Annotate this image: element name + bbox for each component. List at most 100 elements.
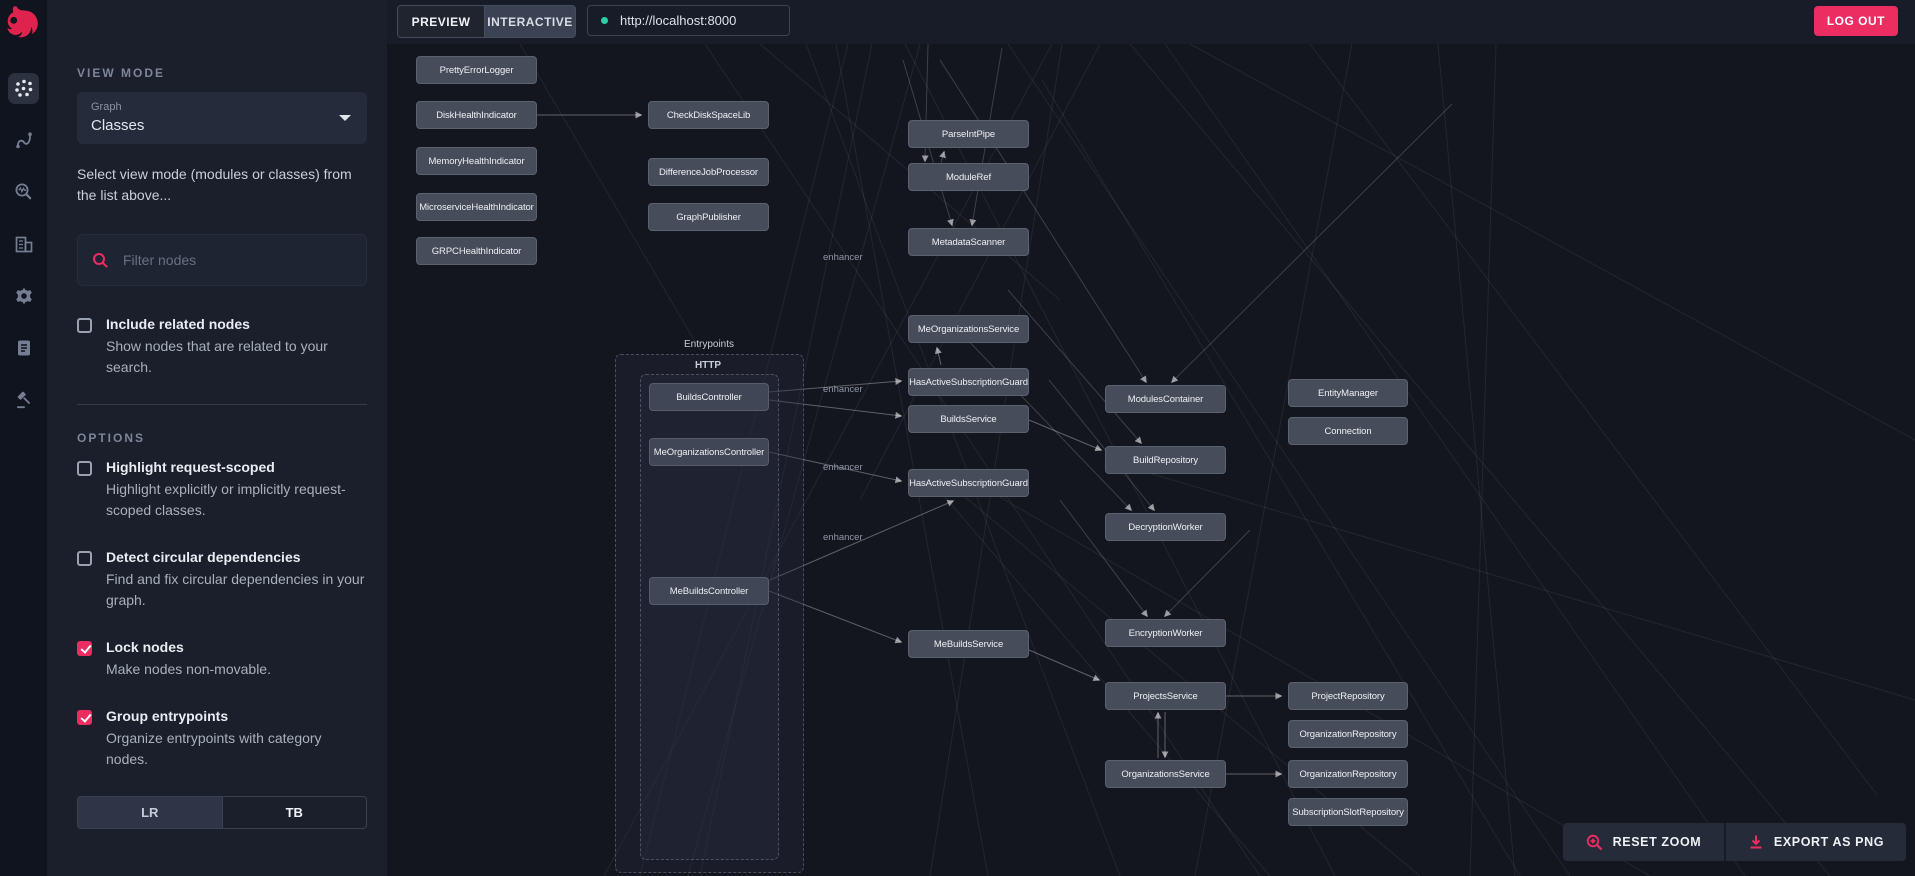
graph-node[interactable]: ModulesContainer — [1105, 385, 1226, 413]
organization-icon — [15, 236, 32, 252]
select-value: Classes — [91, 117, 145, 134]
checkbox-description: Make nodes non-movable. — [106, 661, 271, 677]
graph-node[interactable]: MicroserviceHealthIndicator — [416, 193, 537, 221]
zoom-in-icon — [1586, 834, 1602, 850]
graph-node[interactable]: EncryptionWorker — [1105, 619, 1226, 647]
graph-node-entrypoint[interactable]: BuildsController — [649, 383, 769, 411]
rail-item-rules[interactable] — [8, 384, 39, 415]
checkbox-label: Detect circular dependencies — [106, 549, 301, 565]
graph-mode-select[interactable]: Graph Classes — [77, 92, 367, 144]
checkbox-label: Include related nodes — [106, 316, 250, 332]
checkbox-label: Highlight request-scoped — [106, 459, 275, 475]
rail-item-settings[interactable] — [8, 280, 39, 311]
search-insights-icon — [15, 183, 32, 200]
sidebar: VIEW MODE Graph Classes Select view mode… — [47, 0, 387, 876]
rail-item-insights[interactable] — [8, 176, 39, 207]
options-heading: OPTIONS — [77, 431, 146, 445]
graph-node[interactable]: ParseIntPipe — [908, 120, 1029, 148]
checkbox-description: Find and fix circular dependencies in yo… — [106, 571, 365, 608]
edge-label-enhancer: enhancer — [823, 252, 863, 263]
graph-controls: RESET ZOOM EXPORT AS PNG — [1563, 823, 1906, 861]
graph-node[interactable]: OrganizationRepository — [1288, 720, 1408, 748]
gavel-icon — [16, 391, 30, 408]
tab-preview[interactable]: PREVIEW — [398, 6, 484, 37]
toggle-option-tb[interactable]: TB — [221, 797, 367, 828]
rail-item-graph[interactable] — [8, 73, 39, 104]
view-mode-description: Select view mode (modules or classes) fr… — [77, 166, 352, 203]
view-tabs: PREVIEW INTERACTIVE — [397, 5, 576, 38]
status-dot — [601, 17, 608, 24]
rail-item-routes[interactable] — [8, 124, 39, 155]
reset-zoom-button[interactable]: RESET ZOOM — [1563, 823, 1724, 861]
edge-label-enhancer: enhancer — [823, 462, 863, 473]
export-png-button[interactable]: EXPORT AS PNG — [1724, 823, 1906, 861]
include-related-checkbox[interactable] — [77, 318, 92, 333]
highlight-request-scoped-row[interactable]: Highlight request-scoped Highlight expli… — [77, 457, 367, 521]
toggle-option-lr[interactable]: LR — [78, 797, 222, 828]
export-png-label: EXPORT AS PNG — [1773, 835, 1885, 849]
graph-node[interactable]: SubscriptionSlotRepository — [1288, 798, 1408, 826]
checkbox-description: Organize entrypoints with category nodes… — [106, 730, 322, 767]
group-entrypoints-checkbox[interactable] — [77, 710, 92, 725]
layout-direction-toggle: LR TB — [77, 796, 367, 829]
graph-node[interactable]: DecryptionWorker — [1105, 513, 1226, 541]
graph-node[interactable]: ProjectsService — [1105, 682, 1226, 710]
group-label-http: HTTP — [694, 360, 722, 371]
edge-label-enhancer: enhancer — [823, 532, 863, 543]
settings-icon — [15, 287, 32, 304]
graph-node[interactable]: DiskHealthIndicator — [416, 101, 537, 129]
graph-node[interactable]: MemoryHealthIndicator — [416, 147, 537, 175]
highlight-request-scoped-checkbox[interactable] — [77, 461, 92, 476]
graph-view-icon — [15, 79, 33, 97]
checkbox-label: Lock nodes — [106, 639, 184, 655]
tab-interactive[interactable]: INTERACTIVE — [484, 6, 575, 37]
graph-node[interactable]: HasActiveSubscriptionGuard — [908, 469, 1029, 497]
top-bar: PREVIEW INTERACTIVE http://localhost:800… — [387, 0, 1915, 44]
graph-node-entrypoint[interactable]: MeOrganizationsController — [649, 438, 769, 466]
graph-node-entrypoint[interactable]: MeBuildsController — [649, 577, 769, 605]
group-label-entrypoints: Entrypoints — [683, 339, 735, 350]
graph-node[interactable]: MeOrganizationsService — [908, 315, 1029, 343]
graph-node[interactable]: BuildRepository — [1105, 446, 1226, 474]
rail-item-organization[interactable] — [8, 228, 39, 259]
group-entrypoints-row[interactable]: Group entrypoints Organize entrypoints w… — [77, 706, 367, 770]
filter-nodes-input[interactable] — [121, 251, 352, 269]
logs-icon — [17, 340, 30, 355]
nestjs-logo — [7, 6, 38, 38]
graph-node[interactable]: CheckDiskSpaceLib — [648, 101, 769, 129]
server-url-box[interactable]: http://localhost:8000 — [587, 5, 790, 36]
icon-rail — [0, 0, 47, 876]
reset-zoom-label: RESET ZOOM — [1612, 835, 1702, 849]
graph-node[interactable]: EntityManager — [1288, 379, 1408, 407]
graph-node[interactable]: ProjectRepository — [1288, 682, 1408, 710]
graph-node[interactable]: MeBuildsService — [908, 630, 1029, 658]
graph-node[interactable]: ModuleRef — [908, 163, 1029, 191]
graph-node[interactable]: GRPCHealthIndicator — [416, 237, 537, 265]
graph-node[interactable]: Connection — [1288, 417, 1408, 445]
lock-nodes-checkbox[interactable] — [77, 641, 92, 656]
search-icon — [93, 252, 108, 268]
graph-node[interactable]: BuildsService — [908, 405, 1029, 433]
chevron-down-icon — [339, 115, 351, 121]
graph-node[interactable]: HasActiveSubscriptionGuard — [908, 368, 1029, 396]
logout-button[interactable]: LOG OUT — [1813, 6, 1898, 36]
detect-circular-row[interactable]: Detect circular dependencies Find and fi… — [77, 547, 367, 611]
graph-node[interactable]: MetadataScanner — [908, 228, 1029, 256]
route-icon — [15, 131, 32, 148]
detect-circular-checkbox[interactable] — [77, 551, 92, 566]
filter-nodes-box — [77, 234, 367, 286]
download-icon — [1750, 835, 1762, 849]
checkbox-description: Show nodes that are related to your sear… — [106, 338, 328, 375]
graph-node[interactable]: OrganizationsService — [1105, 760, 1226, 788]
graph-node[interactable]: PrettyErrorLogger — [416, 56, 537, 84]
lock-nodes-row[interactable]: Lock nodes Make nodes non-movable. — [77, 637, 367, 680]
graph-node[interactable]: GraphPublisher — [648, 203, 769, 231]
include-related-row[interactable]: Include related nodes Show nodes that ar… — [77, 314, 367, 378]
graph-node[interactable]: DifferenceJobProcessor — [648, 158, 769, 186]
checkbox-label: Group entrypoints — [106, 708, 229, 724]
graph-node[interactable]: OrganizationRepository — [1288, 760, 1408, 788]
rail-item-logs[interactable] — [8, 332, 39, 363]
checkbox-description: Highlight explicitly or implicitly reque… — [106, 481, 346, 518]
select-label: Graph — [91, 101, 122, 113]
edge-label-enhancer: enhancer — [823, 384, 863, 395]
